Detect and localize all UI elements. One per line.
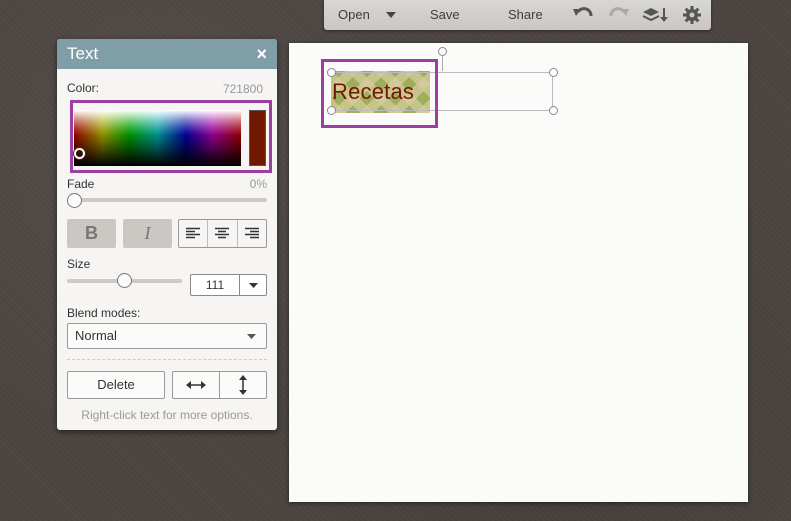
resize-handle-bottom-right[interactable] bbox=[549, 106, 558, 115]
blend-modes-label: Blend modes: bbox=[67, 306, 141, 320]
redo-icon[interactable] bbox=[608, 6, 630, 24]
align-center-icon[interactable] bbox=[207, 220, 236, 247]
text-highlight-box bbox=[321, 59, 438, 128]
color-label: Color: bbox=[67, 81, 100, 95]
open-button[interactable]: Open bbox=[338, 0, 370, 30]
blend-mode-value: Normal bbox=[75, 328, 117, 343]
flip-vertical-icon[interactable] bbox=[219, 372, 266, 398]
chevron-down-icon[interactable] bbox=[386, 12, 396, 18]
flip-group bbox=[172, 371, 267, 399]
panel-header: Text × bbox=[57, 39, 277, 69]
fade-slider-knob[interactable] bbox=[67, 193, 82, 208]
resize-handle-top-right[interactable] bbox=[549, 68, 558, 77]
size-select[interactable]: 111 bbox=[190, 274, 267, 296]
fade-value: 0% bbox=[249, 177, 267, 191]
align-right-icon[interactable] bbox=[236, 220, 266, 247]
size-slider-knob[interactable] bbox=[117, 273, 132, 288]
fade-slider-track[interactable] bbox=[70, 198, 267, 202]
color-spectrum[interactable] bbox=[74, 110, 241, 166]
flip-horizontal-icon[interactable] bbox=[173, 372, 219, 398]
delete-button[interactable]: Delete bbox=[67, 371, 165, 399]
panel-title: Text bbox=[67, 44, 99, 63]
align-left-icon[interactable] bbox=[179, 220, 207, 247]
text-panel: Text × Color: 721800 Fade 0% B I Size 11… bbox=[57, 39, 277, 430]
chevron-down-icon bbox=[247, 334, 256, 339]
align-group bbox=[178, 219, 267, 248]
color-picker-handle[interactable] bbox=[74, 148, 85, 159]
size-label: Size bbox=[67, 257, 91, 271]
color-swatch[interactable] bbox=[249, 110, 266, 166]
size-value: 111 bbox=[205, 278, 225, 292]
gear-icon[interactable] bbox=[683, 6, 701, 24]
save-button[interactable]: Save bbox=[430, 0, 460, 30]
layers-icon[interactable] bbox=[642, 6, 670, 24]
rotate-handle[interactable] bbox=[438, 47, 447, 56]
bold-button[interactable]: B bbox=[67, 219, 116, 248]
italic-button[interactable]: I bbox=[123, 219, 172, 248]
close-icon[interactable]: × bbox=[256, 45, 267, 63]
undo-icon[interactable] bbox=[572, 6, 594, 24]
divider bbox=[67, 359, 267, 360]
blend-mode-select[interactable]: Normal bbox=[67, 323, 267, 349]
color-hex-value[interactable]: 721800 bbox=[223, 82, 263, 96]
chevron-down-icon[interactable] bbox=[239, 275, 266, 295]
fade-label: Fade bbox=[67, 177, 95, 191]
design-canvas[interactable]: Recetas bbox=[289, 43, 748, 502]
hint-text: Right-click text for more options. bbox=[81, 408, 253, 422]
top-toolbar: Open Save Share bbox=[324, 0, 711, 30]
share-button[interactable]: Share bbox=[508, 0, 543, 30]
